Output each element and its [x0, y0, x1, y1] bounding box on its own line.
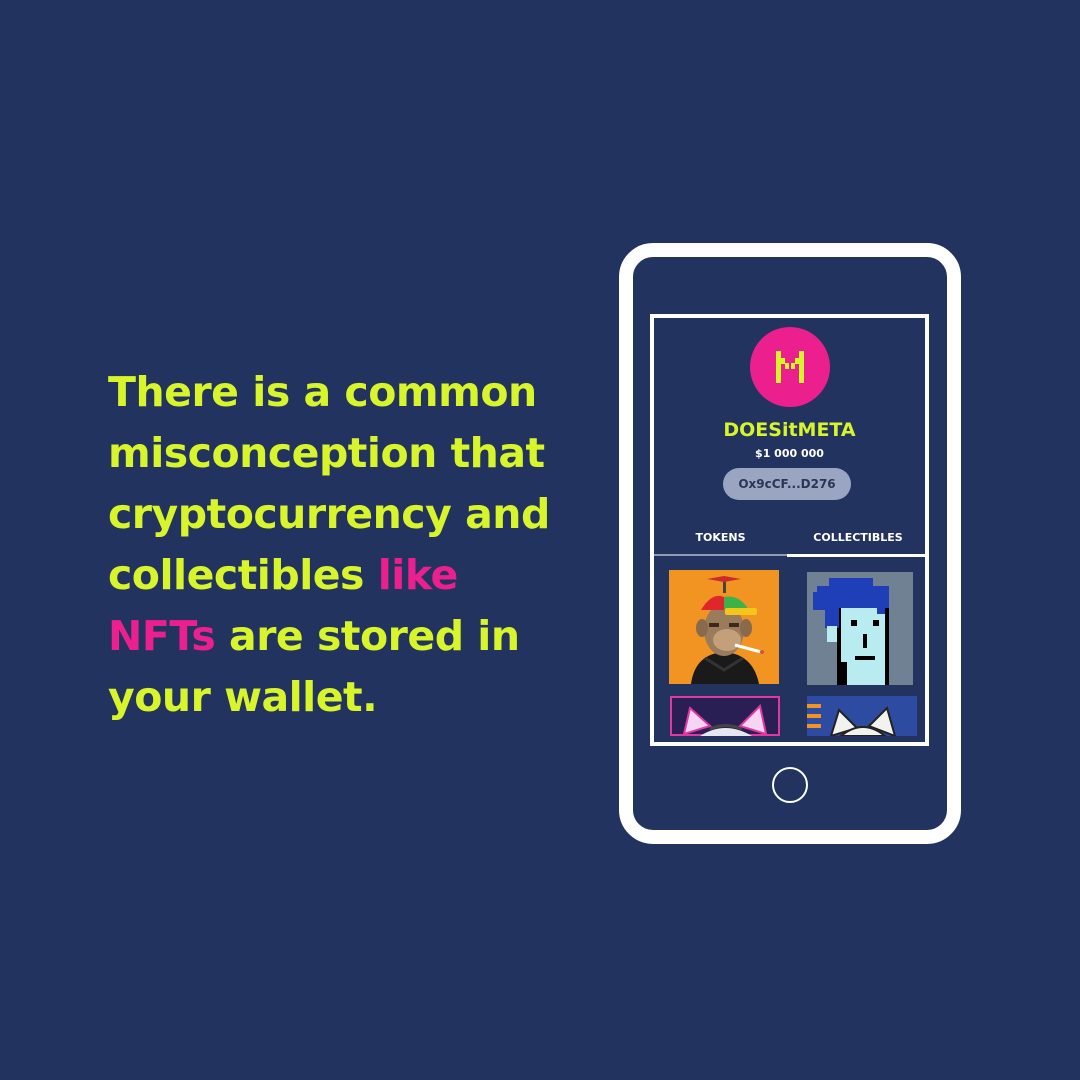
wallet-address-pill[interactable]: Ox9cCF...D276 [723, 468, 851, 500]
wallet-tabs: TOKENS COLLECTIBLES [654, 524, 925, 557]
collectible-cat-1[interactable] [670, 696, 780, 736]
headline: There is a common misconception that cry… [108, 362, 578, 728]
cat-nft-icon [670, 696, 780, 736]
metamask-logo-icon [776, 351, 804, 383]
collectible-cat-2[interactable] [807, 696, 917, 736]
punk-nft-icon [807, 572, 913, 685]
wallet-username: DOESitMETA [723, 419, 856, 441]
collectible-punk[interactable] [807, 572, 913, 685]
wallet-screen: DOESitMETA $1 000 000 Ox9cCF...D276 TOKE… [650, 314, 929, 746]
tab-collectibles[interactable]: COLLECTIBLES [787, 524, 925, 557]
collectible-ape[interactable] [669, 570, 779, 684]
wallet-avatar[interactable] [750, 327, 830, 407]
wallet-balance: $1 000 000 [755, 447, 824, 460]
tab-tokens[interactable]: TOKENS [654, 524, 787, 556]
cat-nft-icon [807, 696, 917, 736]
ape-nft-icon [669, 570, 779, 684]
headline-part1: There is a common misconception that cry… [108, 368, 550, 599]
home-button[interactable] [772, 767, 808, 803]
